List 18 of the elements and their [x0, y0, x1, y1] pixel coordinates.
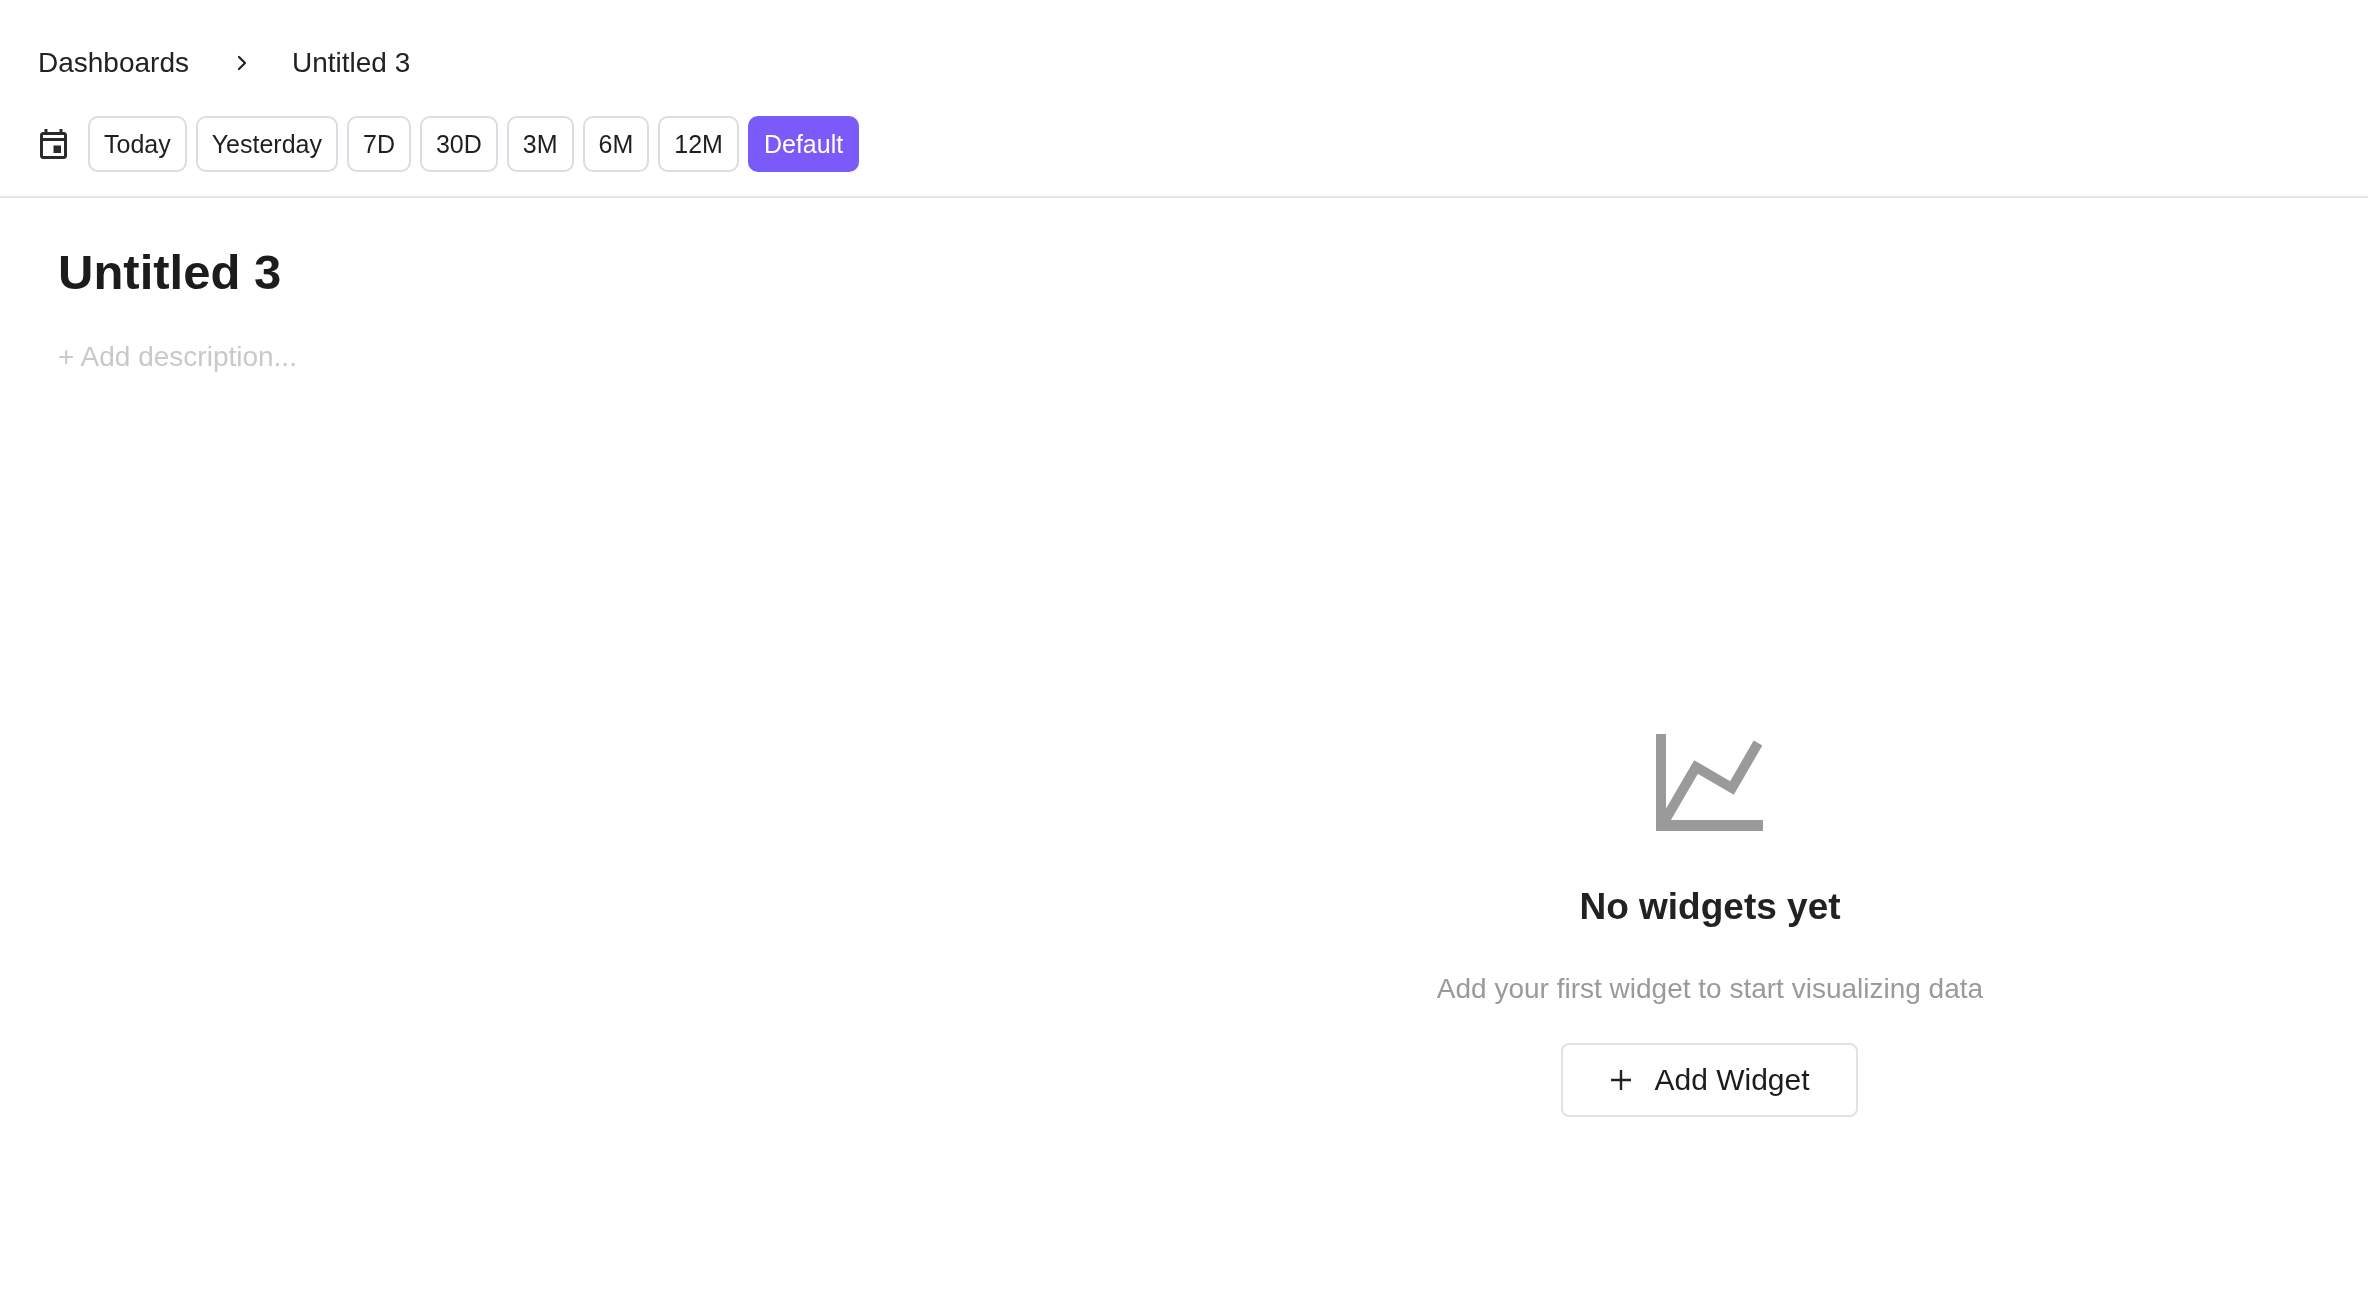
empty-state-message: Add your first widget to start visualizing data [1436, 972, 1984, 1006]
breadcrumb-link[interactable]: Dashboards [38, 46, 189, 80]
dashboard-title: Untitled 3 [58, 244, 282, 301]
add-widget-button[interactable]: Add Widget [1561, 1043, 1859, 1117]
date-range-button[interactable]: 6M [582, 116, 650, 172]
date-range-button[interactable]: 3M [506, 116, 574, 172]
date-range-button[interactable]: 30D [419, 116, 498, 172]
empty-state-title: No widgets yet [1579, 885, 1841, 929]
date-range-button[interactable]: Default [747, 116, 860, 172]
date-range-button[interactable]: 7D [347, 116, 411, 172]
date-range-button[interactable]: Yesterday [195, 116, 338, 172]
line-chart-icon [1656, 734, 1764, 831]
chevron-right-icon [237, 55, 247, 71]
breadcrumb-current: Untitled 3 [292, 46, 411, 80]
plus-icon [1610, 1069, 1633, 1091]
date-range-button[interactable]: 12M [658, 116, 739, 172]
calendar-icon[interactable] [40, 129, 67, 159]
date-range-button[interactable]: Today [88, 116, 187, 172]
